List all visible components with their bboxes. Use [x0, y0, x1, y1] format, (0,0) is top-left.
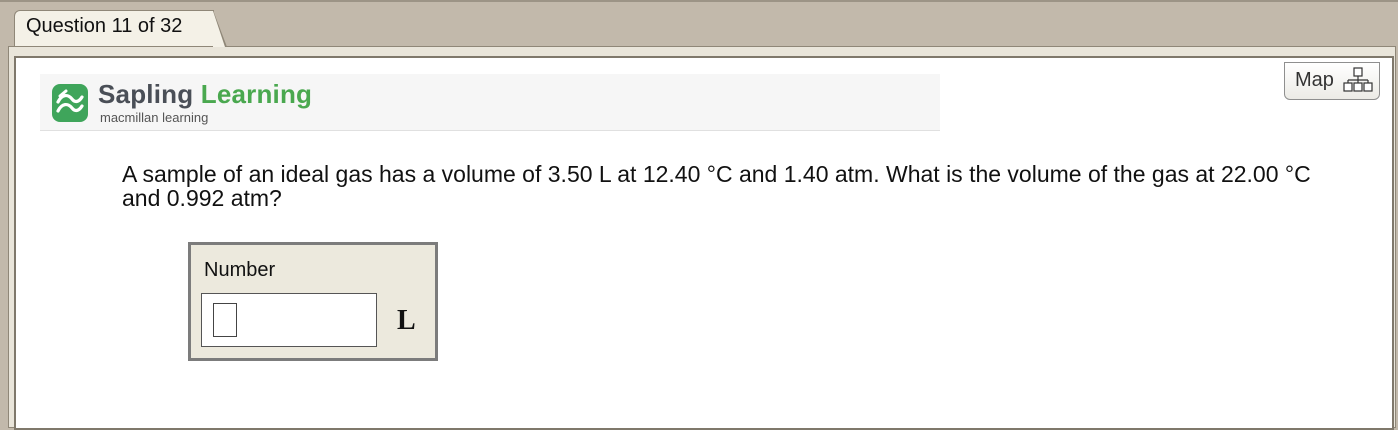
sapling-logo-icon [52, 84, 88, 122]
answer-box: Number L [188, 242, 438, 361]
map-label: Map [1295, 69, 1334, 91]
answer-unit: L [397, 305, 416, 336]
map-button[interactable]: Map [1284, 62, 1380, 100]
tab-corner [213, 11, 225, 47]
brand-header: Sapling Learning macmillan learning [40, 74, 940, 131]
question-counter: Question 11 of 32 [26, 15, 183, 37]
logo-word-learning: Learning [200, 79, 313, 109]
question-text: A sample of an ideal gas has a volume of… [122, 161, 1311, 211]
answer-label: Number [204, 259, 276, 281]
sitemap-icon [1343, 67, 1373, 98]
question-panel: Sapling Learning macmillan learning Map … [14, 56, 1394, 430]
logo-subtitle: macmillan learning [100, 110, 209, 125]
question-tab[interactable]: Question 11 of 32 [14, 10, 227, 47]
logo-wordmark: Sapling Learning [98, 79, 312, 110]
logo-word-sapling: Sapling [98, 79, 194, 109]
question-tab-bar: Question 11 of 32 [0, 0, 1398, 48]
answer-input[interactable] [201, 293, 377, 347]
